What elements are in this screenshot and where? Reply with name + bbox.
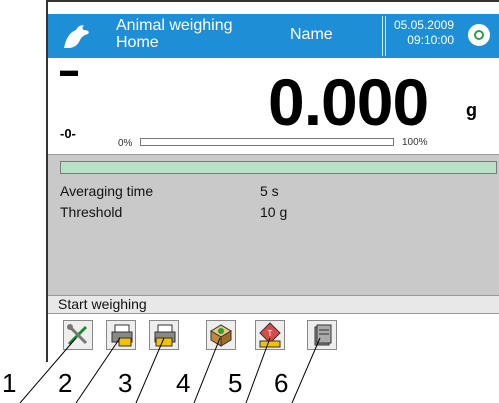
tare-button[interactable]: T bbox=[255, 320, 285, 350]
load-bargraph bbox=[140, 138, 394, 146]
status-line: Start weighing bbox=[48, 296, 499, 314]
threshold-label: Threshold bbox=[60, 204, 123, 220]
info-panel: Averaging time 5 s Threshold 10 g bbox=[48, 154, 499, 296]
averaging-time-label: Averaging time bbox=[60, 183, 154, 199]
menu-location: Home bbox=[116, 34, 159, 51]
weight-value: 0.000 bbox=[268, 65, 429, 139]
callout-5: 5 bbox=[228, 368, 243, 398]
settings-button[interactable] bbox=[63, 320, 93, 350]
header-bar: Animal weighing Home Name 05.05.2009 09:… bbox=[48, 14, 499, 58]
footer: Start weighing T bbox=[48, 296, 499, 358]
bargraph-max-label: 100% bbox=[402, 137, 428, 148]
level-indicator-button[interactable] bbox=[466, 22, 492, 48]
printer-yellow-2-icon bbox=[154, 324, 176, 347]
callout-3: 3 bbox=[118, 368, 133, 398]
bargraph-min-label: 0% bbox=[118, 138, 133, 149]
date-time: 05.05.2009 09:10:00 bbox=[390, 18, 454, 48]
database-icon bbox=[314, 324, 332, 346]
averaging-time-value: 5 s bbox=[260, 183, 279, 199]
tare-icon: T bbox=[259, 322, 281, 348]
weight-unit[interactable]: g bbox=[466, 100, 477, 121]
app-title: Animal weighing bbox=[116, 17, 233, 34]
date-text: 05.05.2009 bbox=[393, 18, 454, 32]
printer-yellow-icon bbox=[111, 324, 133, 347]
animal-weighing-progress bbox=[60, 161, 497, 174]
callout-4: 4 bbox=[176, 368, 191, 398]
product-button[interactable] bbox=[206, 320, 236, 350]
user-name[interactable]: Name bbox=[290, 26, 333, 44]
zero-indicator: -0- bbox=[60, 126, 76, 141]
weighing-area: ▬ 0.000 g -0- 0% 100% bbox=[48, 58, 499, 154]
header-separator bbox=[382, 16, 386, 56]
callout-6: 6 bbox=[274, 368, 289, 398]
callout-1: 1 bbox=[2, 368, 17, 398]
print-header-button[interactable] bbox=[106, 320, 136, 350]
rat-icon bbox=[64, 25, 89, 48]
time-text: 09:10:00 bbox=[407, 33, 454, 47]
stability-marker: ▬ bbox=[60, 60, 78, 80]
tools-icon bbox=[67, 324, 88, 346]
threshold-value: 10 g bbox=[260, 204, 288, 220]
svg-text:T: T bbox=[268, 329, 273, 338]
database-button[interactable] bbox=[307, 320, 337, 350]
print-footer-button[interactable] bbox=[149, 320, 179, 350]
callout-2: 2 bbox=[58, 368, 73, 398]
box-icon bbox=[210, 324, 232, 347]
